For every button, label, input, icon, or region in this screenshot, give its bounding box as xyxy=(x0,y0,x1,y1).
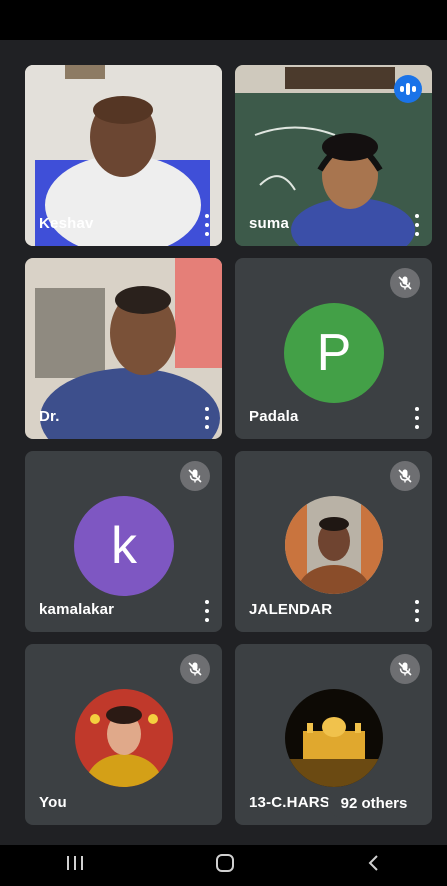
avatar xyxy=(75,689,173,787)
avatar: P xyxy=(284,303,384,403)
speaking-indicator-icon xyxy=(394,75,422,103)
avatar: k xyxy=(74,496,174,596)
participant-tile-suma[interactable]: suma xyxy=(235,65,432,246)
system-nav-bar xyxy=(0,845,447,886)
status-bar xyxy=(0,0,447,40)
more-options-icon[interactable] xyxy=(410,600,424,622)
participant-name: kamalakar xyxy=(39,601,115,618)
more-options-icon[interactable] xyxy=(410,407,424,429)
participant-tile-dr[interactable]: Dr. xyxy=(25,258,222,439)
more-options-icon[interactable] xyxy=(410,214,424,236)
participant-tile-kamalakar[interactable]: k kamalakar xyxy=(25,451,222,632)
mic-off-icon xyxy=(180,654,210,684)
home-icon[interactable] xyxy=(213,853,237,878)
participant-tile-jalendar[interactable]: JALENDAR xyxy=(235,451,432,632)
mic-off-icon xyxy=(180,461,210,491)
more-options-icon[interactable] xyxy=(200,407,214,429)
participant-tile-keshav[interactable]: Keshav xyxy=(25,65,222,246)
participant-name: Keshav xyxy=(39,215,94,232)
participant-name: Dr. xyxy=(39,408,60,425)
avatar xyxy=(285,496,383,594)
avatar xyxy=(285,689,383,787)
more-options-icon[interactable] xyxy=(200,214,214,236)
participant-name: JALENDAR xyxy=(249,601,333,618)
participant-tile-padala[interactable]: P Padala xyxy=(235,258,432,439)
others-count-button[interactable]: 92 others xyxy=(328,788,420,818)
avatar-letter: k xyxy=(111,517,137,575)
mic-off-icon xyxy=(390,268,420,298)
mic-off-icon xyxy=(390,461,420,491)
mic-off-icon xyxy=(390,654,420,684)
avatar-letter: P xyxy=(316,324,352,382)
more-options-icon[interactable] xyxy=(200,600,214,622)
participant-name: suma xyxy=(249,215,289,232)
participant-tile-you[interactable]: You xyxy=(25,644,222,825)
participant-name: Padala xyxy=(249,408,299,425)
recent-apps-icon[interactable] xyxy=(64,853,86,878)
participant-name: 13-C.HARS xyxy=(249,794,330,811)
back-icon[interactable] xyxy=(364,853,384,878)
participant-name: You xyxy=(39,794,67,811)
